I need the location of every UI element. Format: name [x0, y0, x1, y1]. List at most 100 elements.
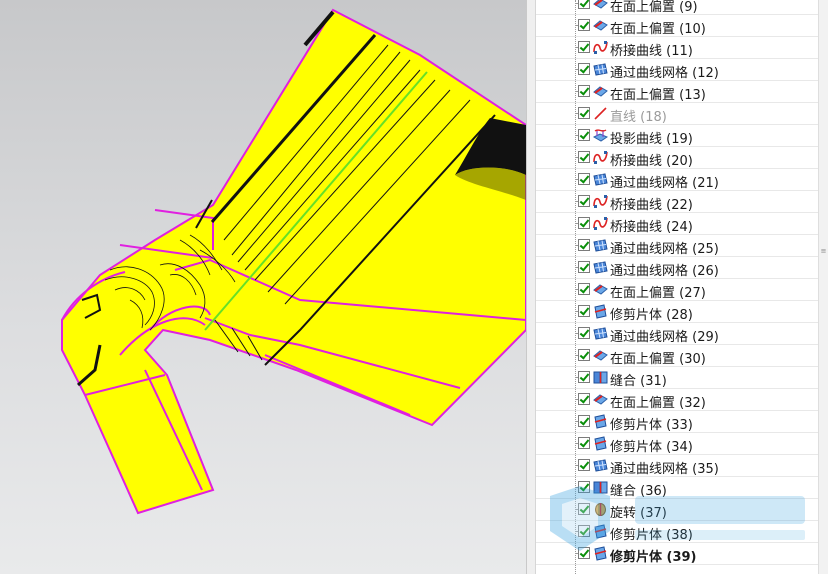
- visibility-checkbox[interactable]: [578, 261, 590, 273]
- tree-item[interactable]: 桥接曲线 (11): [536, 37, 818, 59]
- pane-splitter[interactable]: [526, 0, 536, 574]
- trim-sheet-icon: [593, 414, 608, 429]
- visibility-checkbox[interactable]: [578, 19, 590, 31]
- bridge-curve-icon: [593, 216, 608, 231]
- line-icon: [593, 106, 608, 121]
- tree-item[interactable]: 桥接曲线 (24): [536, 213, 818, 235]
- tree-item[interactable]: 在面上偏置 (27): [536, 279, 818, 301]
- visibility-checkbox[interactable]: [578, 327, 590, 339]
- tree-item[interactable]: 在面上偏置 (30): [536, 345, 818, 367]
- visibility-checkbox[interactable]: [578, 129, 590, 141]
- tree-item-label: 修剪片体 (38): [610, 528, 693, 543]
- tree-item-label: 通过曲线网格 (26): [610, 264, 719, 279]
- tree-item[interactable]: 在面上偏置 (9): [536, 0, 818, 15]
- offset-on-face-icon: [593, 348, 608, 363]
- tree-item[interactable]: 在面上偏置 (13): [536, 81, 818, 103]
- bridge-curve-icon: [593, 150, 608, 165]
- graphics-viewport[interactable]: [0, 0, 526, 574]
- tree-item[interactable]: 桥接曲线 (22): [536, 191, 818, 213]
- tree-item-label: 通过曲线网格 (35): [610, 462, 719, 477]
- tree-item[interactable]: 通过曲线网格 (25): [536, 235, 818, 257]
- curve-mesh-icon: [593, 326, 608, 341]
- visibility-checkbox[interactable]: [578, 0, 590, 9]
- curve-mesh-icon: [593, 260, 608, 275]
- tree-item-label: 投影曲线 (19): [610, 132, 693, 147]
- visibility-checkbox[interactable]: [578, 371, 590, 383]
- tree-item[interactable]: 缝合 (36): [536, 477, 818, 499]
- visibility-checkbox[interactable]: [578, 107, 590, 119]
- visibility-checkbox[interactable]: [578, 85, 590, 97]
- tree-item-label: 缝合 (36): [610, 484, 667, 499]
- curve-mesh-icon: [593, 458, 608, 473]
- offset-on-face-icon: [593, 0, 608, 11]
- tree-item[interactable]: 修剪片体 (38): [536, 521, 818, 543]
- visibility-checkbox[interactable]: [578, 393, 590, 405]
- tree-item-label: 修剪片体 (33): [610, 418, 693, 433]
- tree-item[interactable]: 修剪片体 (33): [536, 411, 818, 433]
- visibility-checkbox[interactable]: [578, 349, 590, 361]
- tree-scrollbar[interactable]: ≡: [818, 0, 828, 574]
- visibility-checkbox[interactable]: [578, 41, 590, 53]
- tree-item-label: 通过曲线网格 (12): [610, 66, 719, 81]
- sew-icon: [593, 370, 608, 385]
- tree-item-label: 桥接曲线 (22): [610, 198, 693, 213]
- bridge-curve-icon: [593, 194, 608, 209]
- visibility-checkbox[interactable]: [578, 151, 590, 163]
- visibility-checkbox[interactable]: [578, 525, 590, 537]
- tree-item-label: 通过曲线网格 (25): [610, 242, 719, 257]
- visibility-checkbox[interactable]: [578, 503, 590, 515]
- tree-item[interactable]: 旋转 (37): [536, 499, 818, 521]
- tree-item[interactable]: 通过曲线网格 (12): [536, 59, 818, 81]
- visibility-checkbox[interactable]: [578, 459, 590, 471]
- trim-sheet-icon: [593, 546, 608, 561]
- tree-item[interactable]: 通过曲线网格 (21): [536, 169, 818, 191]
- visibility-checkbox[interactable]: [578, 547, 590, 559]
- tree-item[interactable]: 缝合 (31): [536, 367, 818, 389]
- tree-item-label: 直线 (18): [610, 110, 667, 125]
- tree-item[interactable]: 修剪片体 (39): [536, 543, 818, 565]
- trim-sheet-icon: [593, 304, 608, 319]
- tree-item[interactable]: 修剪片体 (28): [536, 301, 818, 323]
- visibility-checkbox[interactable]: [578, 481, 590, 493]
- visibility-checkbox[interactable]: [578, 415, 590, 427]
- tree-item-label: 在面上偏置 (32): [610, 396, 706, 411]
- tree-item[interactable]: 桥接曲线 (20): [536, 147, 818, 169]
- tree-item[interactable]: 在面上偏置 (32): [536, 389, 818, 411]
- tree-item[interactable]: 投影曲线 (19): [536, 125, 818, 147]
- offset-on-face-icon: [593, 84, 608, 99]
- tree-item-label: 修剪片体 (39): [610, 550, 697, 565]
- offset-on-face-icon: [593, 18, 608, 33]
- visibility-checkbox[interactable]: [578, 195, 590, 207]
- tree-item-label: 在面上偏置 (27): [610, 286, 706, 301]
- trim-sheet-icon: [593, 524, 608, 539]
- tree-item-label: 在面上偏置 (10): [610, 22, 706, 37]
- visibility-checkbox[interactable]: [578, 63, 590, 75]
- offset-on-face-icon: [593, 282, 608, 297]
- model-surface[interactable]: [0, 0, 526, 574]
- tree-item-label: 通过曲线网格 (21): [610, 176, 719, 191]
- visibility-checkbox[interactable]: [578, 437, 590, 449]
- curve-mesh-icon: [593, 172, 608, 187]
- offset-on-face-icon: [593, 392, 608, 407]
- bridge-curve-icon: [593, 40, 608, 55]
- visibility-checkbox[interactable]: [578, 239, 590, 251]
- tree-item[interactable]: 通过曲线网格 (29): [536, 323, 818, 345]
- curve-mesh-icon: [593, 62, 608, 77]
- tree-item[interactable]: 在面上偏置 (10): [536, 15, 818, 37]
- scroll-grip-icon[interactable]: ≡: [820, 248, 827, 259]
- visibility-checkbox[interactable]: [578, 305, 590, 317]
- sew-icon: [593, 480, 608, 495]
- tree-item[interactable]: 修剪片体 (34): [536, 433, 818, 455]
- tree-item-label: 在面上偏置 (13): [610, 88, 706, 103]
- project-curve-icon: [592, 128, 609, 143]
- tree-item[interactable]: 通过曲线网格 (35): [536, 455, 818, 477]
- tree-item[interactable]: 通过曲线网格 (26): [536, 257, 818, 279]
- tree-item-label: 旋转 (37): [610, 506, 667, 521]
- tree-item[interactable]: 直线 (18): [536, 103, 818, 125]
- visibility-checkbox[interactable]: [578, 173, 590, 185]
- tree-item-label: 在面上偏置 (30): [610, 352, 706, 367]
- tree-item-label: 修剪片体 (34): [610, 440, 693, 455]
- visibility-checkbox[interactable]: [578, 217, 590, 229]
- tree-item-label: 修剪片体 (28): [610, 308, 693, 323]
- visibility-checkbox[interactable]: [578, 283, 590, 295]
